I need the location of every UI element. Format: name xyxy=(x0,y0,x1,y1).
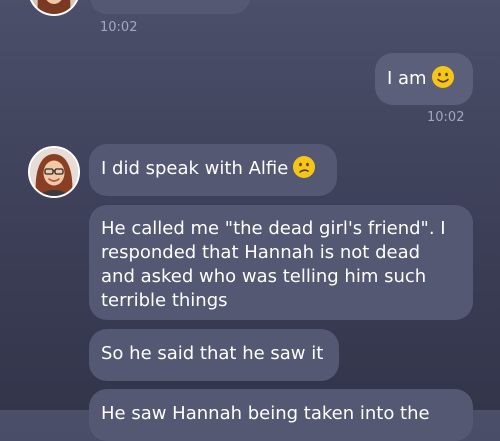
avatar-photo xyxy=(30,148,78,196)
message-timestamp: 10:02 xyxy=(427,110,465,125)
incoming-message-bubble[interactable]: So he said that he saw it xyxy=(89,329,339,381)
message-text: He saw Hannah being taken into the xyxy=(101,403,430,424)
contact-avatar[interactable] xyxy=(28,146,80,198)
incoming-message-bubble[interactable]: He called me "the dead girl's friend". I… xyxy=(89,205,473,320)
contact-avatar[interactable] xyxy=(28,0,80,16)
message-text: So he said that he saw it xyxy=(101,343,324,364)
message-timestamp: 10:02 xyxy=(100,20,138,35)
slightly-smiling-face-icon xyxy=(431,66,454,88)
message-line: responded that Hannah is not dead xyxy=(101,242,421,263)
avatar-photo xyxy=(30,0,78,14)
incoming-message-bubble[interactable]: He saw Hannah being taken into the xyxy=(89,389,473,441)
message-line: and asked who was telling him such xyxy=(101,266,427,287)
message-line: terrible things xyxy=(101,290,228,311)
message-text: I did speak with Alfie xyxy=(101,158,289,179)
message-line: He called me "the dead girl's friend". I xyxy=(101,218,446,239)
message-text: I am xyxy=(387,68,427,89)
confused-face-icon xyxy=(293,156,316,178)
message-bubble-partial xyxy=(90,0,250,14)
outgoing-message-bubble[interactable]: I am xyxy=(375,53,473,105)
incoming-message-bubble[interactable]: I did speak with Alfie xyxy=(89,144,337,196)
